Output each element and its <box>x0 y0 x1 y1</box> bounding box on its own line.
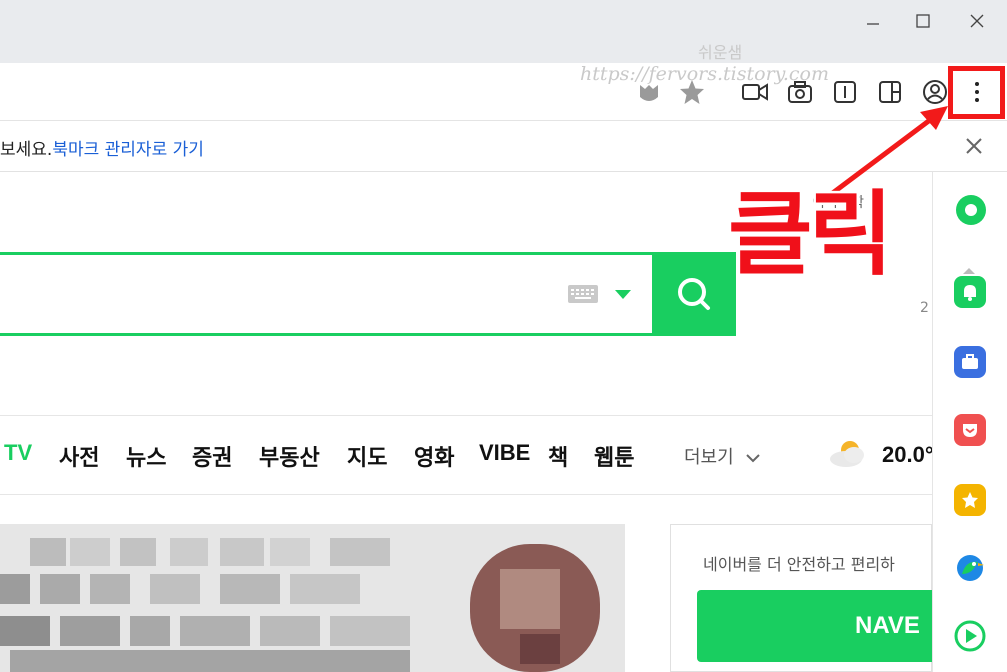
naver-login-button[interactable]: NAVE <box>697 590 932 662</box>
nav-item-map[interactable]: 지도 <box>347 440 387 472</box>
info-message: 보세요. <box>0 140 53 160</box>
search-options-caret-icon[interactable] <box>615 290 631 299</box>
watermark-name: 쉬운샘 <box>698 43 743 62</box>
play-icon[interactable] <box>954 620 986 652</box>
minimize-icon[interactable] <box>860 8 886 34</box>
star-icon[interactable] <box>677 77 707 107</box>
more-services-button[interactable]: 더보기 <box>684 443 761 469</box>
pocket-icon[interactable] <box>954 414 986 446</box>
temperature: 20.0° <box>882 442 932 467</box>
title-bar <box>0 0 1007 63</box>
nav-item-dictionary[interactable]: 사전 <box>59 440 99 472</box>
browser-sidebar <box>932 172 1007 672</box>
more-label: 더보기 <box>684 447 734 468</box>
bird-icon[interactable] <box>954 552 986 584</box>
blurred-banner-image <box>0 524 625 672</box>
keyboard-icon[interactable] <box>568 285 598 303</box>
star-badge-icon[interactable] <box>954 484 986 516</box>
chevron-down-icon <box>746 454 761 463</box>
search-button[interactable] <box>652 253 736 335</box>
side-scroll-hint: 2 <box>920 300 929 316</box>
nav-item-movie[interactable]: 영화 <box>414 440 454 472</box>
infobar-close-icon[interactable] <box>964 136 984 156</box>
close-icon[interactable] <box>964 8 990 34</box>
camera-icon[interactable] <box>785 77 815 107</box>
nav-item-vibe[interactable]: VIBE <box>479 440 530 466</box>
bell-icon[interactable] <box>954 276 986 308</box>
nav-item-realestate[interactable]: 부동산 <box>259 440 320 472</box>
bookmark-manager-link[interactable]: 북마크 관리자로 가기 <box>52 140 204 160</box>
weather-cloud-sun-icon <box>830 441 864 467</box>
login-prompt: 네이버를 더 안전하고 편리하 <box>703 555 895 574</box>
service-nav: TV 사전 뉴스 증권 부동산 지도 영화 VIBE 책 웹툰 더보기 20.0… <box>0 415 932 495</box>
login-card: 네이버를 더 안전하고 편리하 NAVE <box>670 524 932 672</box>
info-text: 보세요.북마크 관리자로 가기 <box>0 135 204 160</box>
ai-icon[interactable] <box>634 77 664 107</box>
search-icon <box>678 278 710 310</box>
nav-item-webtoon[interactable]: 웹툰 <box>594 440 634 472</box>
nav-item-news[interactable]: 뉴스 <box>126 440 166 472</box>
briefcase-icon[interactable] <box>954 346 986 378</box>
nav-item-tv[interactable]: TV <box>4 440 32 466</box>
nav-item-stock[interactable]: 증권 <box>192 440 232 472</box>
naver-login-label: NAVE <box>855 612 920 639</box>
click-annotation-label: 클릭 <box>725 179 895 291</box>
video-icon[interactable] <box>740 77 770 107</box>
maximize-icon[interactable] <box>910 8 936 34</box>
browser-window: 쉬운샘 https://fervors.tistory.com 보세요.북마크 … <box>0 0 1007 672</box>
nav-item-book[interactable]: 책 <box>548 440 568 472</box>
